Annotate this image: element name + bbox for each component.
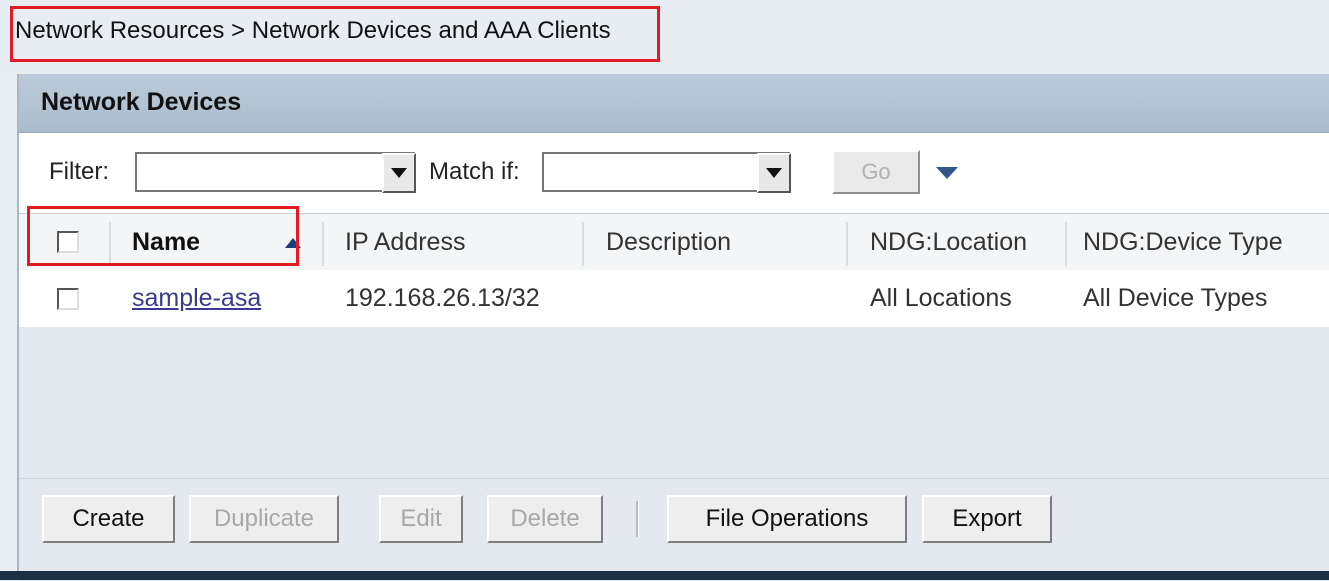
create-button[interactable]: Create <box>42 495 175 543</box>
column-header-description[interactable]: Description <box>606 214 732 271</box>
row-highlight-box <box>27 206 299 266</box>
edit-button[interactable]: Edit <box>379 495 463 543</box>
column-divider <box>322 222 324 266</box>
match-if-combobox[interactable] <box>542 152 791 193</box>
go-button[interactable]: Go <box>832 150 920 194</box>
panel-title: Network Devices <box>41 88 242 116</box>
filter-combobox[interactable] <box>135 152 416 193</box>
column-divider <box>846 222 848 266</box>
filter-label: Filter: <box>49 158 109 185</box>
column-divider <box>1065 222 1067 266</box>
panel-header: Network Devices <box>19 74 1329 133</box>
duplicate-button[interactable]: Duplicate <box>189 495 339 543</box>
chevron-down-icon <box>391 168 407 178</box>
filter-bar: Filter: Match if: Go <box>19 133 1329 213</box>
file-operations-button[interactable]: File Operations <box>667 495 907 543</box>
column-header-ndg-device-type[interactable]: NDG:Device Type <box>1083 214 1283 271</box>
filter-options-arrow-icon[interactable] <box>936 167 958 179</box>
device-name-link[interactable]: sample-asa <box>132 270 261 327</box>
bottom-strip <box>0 571 1329 580</box>
column-header-ndg-location[interactable]: NDG:Location <box>870 214 1028 271</box>
network-devices-panel: Network Devices Filter: Match if: Go Nam… <box>17 74 1329 581</box>
match-if-dropdown-button[interactable] <box>757 153 791 193</box>
device-ip-address: 192.168.26.13/32 <box>345 284 540 312</box>
delete-button[interactable]: Delete <box>487 495 603 543</box>
row-checkbox[interactable] <box>57 288 79 310</box>
breadcrumb[interactable]: Network Resources > Network Devices and … <box>10 6 660 62</box>
column-divider <box>582 222 584 266</box>
column-header-ip-address[interactable]: IP Address <box>345 214 466 271</box>
device-type: All Device Types <box>1083 284 1268 312</box>
filter-dropdown-button[interactable] <box>382 153 416 193</box>
export-button[interactable]: Export <box>922 495 1052 543</box>
table-row[interactable]: sample-asa 192.168.26.13/32 All Location… <box>19 270 1329 327</box>
top-area: Network Resources > Network Devices and … <box>0 0 1329 72</box>
button-bar: Create Duplicate Edit Delete File Operat… <box>19 478 1329 581</box>
device-location: All Locations <box>870 284 1012 312</box>
button-separator <box>636 501 639 537</box>
chevron-down-icon <box>766 168 782 178</box>
match-if-label: Match if: <box>429 158 520 185</box>
